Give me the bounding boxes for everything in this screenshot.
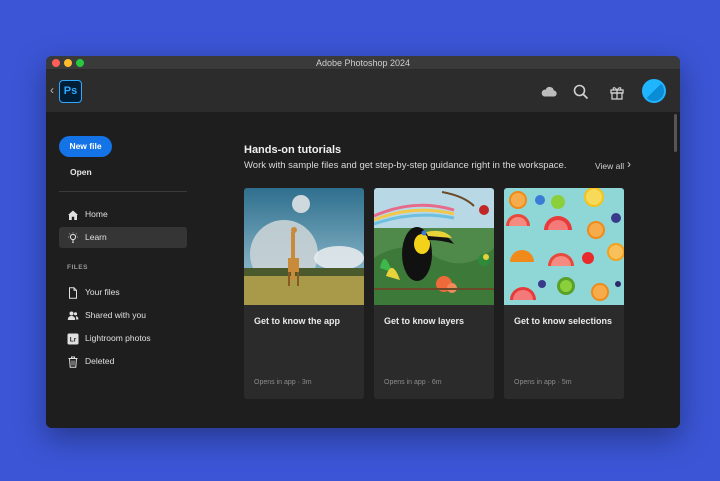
section-title: Hands-on tutorials <box>244 144 342 156</box>
tutorial-thumbnail-fruits <box>504 188 624 305</box>
sidebar-divider <box>59 191 187 192</box>
tutorial-thumbnail-giraffe <box>244 188 364 305</box>
card-meta: Opens in app · 5m <box>514 379 572 386</box>
trash-icon <box>67 355 79 368</box>
tutorial-card-app[interactable]: Get to know the app Opens in app · 3m <box>244 188 364 399</box>
shared-users-icon <box>67 309 79 321</box>
search-icon[interactable] <box>572 83 590 101</box>
sidebar-item-label: Your files <box>85 287 120 297</box>
main-content: New file Open Home Learn FILES Your file… <box>46 112 680 428</box>
sidebar-item-label: Home <box>85 209 108 219</box>
learn-panel: Hands-on tutorials Work with sample file… <box>244 112 664 428</box>
document-icon <box>67 286 79 299</box>
card-meta: Opens in app · 3m <box>254 379 312 386</box>
sidebar: New file Open Home Learn FILES Your file… <box>46 112 196 428</box>
sidebar-item-label: Lightroom photos <box>85 333 151 343</box>
open-button[interactable]: Open <box>70 167 92 177</box>
app-header: ‹ Ps <box>46 70 680 112</box>
window-title: Adobe Photoshop 2024 <box>315 58 411 68</box>
user-avatar[interactable] <box>642 79 666 103</box>
sidebar-item-label: Learn <box>85 232 107 242</box>
sidebar-item-label: Deleted <box>85 356 115 366</box>
tutorial-thumbnail-toucan <box>374 188 494 305</box>
sidebar-item-your-files[interactable]: Your files <box>59 282 187 303</box>
files-section-heading: FILES <box>67 264 88 271</box>
card-title: Get to know the app <box>254 316 341 326</box>
view-all-link[interactable]: View all <box>595 161 624 171</box>
tutorial-card-selections[interactable]: Get to know selections Opens in app · 5m <box>504 188 624 399</box>
scrollbar[interactable] <box>674 114 677 152</box>
chevron-right-icon[interactable]: › <box>627 157 631 171</box>
sidebar-item-deleted[interactable]: Deleted <box>59 351 187 372</box>
cloud-icon[interactable] <box>540 83 558 101</box>
lightroom-icon: Lr <box>67 332 79 345</box>
card-meta: Opens in app · 6m <box>384 379 442 386</box>
sidebar-item-label: Shared with you <box>85 310 146 320</box>
home-icon <box>67 208 79 220</box>
card-title: Get to know selections <box>514 316 613 326</box>
title-bar: Adobe Photoshop 2024 <box>46 56 680 70</box>
lightbulb-icon <box>67 231 79 243</box>
sidebar-item-home[interactable]: Home <box>59 204 187 225</box>
svg-text:Lr: Lr <box>70 337 77 344</box>
sidebar-item-shared-with-you[interactable]: Shared with you <box>59 305 187 326</box>
tutorial-card-layers[interactable]: Get to know layers Opens in app · 6m <box>374 188 494 399</box>
section-subtitle: Work with sample files and get step-by-s… <box>244 160 567 171</box>
sidebar-item-lightroom-photos[interactable]: Lr Lightroom photos <box>59 328 187 349</box>
app-window: Adobe Photoshop 2024 ‹ Ps New file Open … <box>46 56 680 428</box>
photoshop-logo: Ps <box>59 80 82 103</box>
gift-icon[interactable] <box>608 83 626 101</box>
sidebar-item-learn[interactable]: Learn <box>59 227 187 248</box>
card-title: Get to know layers <box>384 316 465 326</box>
new-file-button[interactable]: New file <box>59 136 112 157</box>
back-chevron-icon[interactable]: ‹ <box>50 83 54 97</box>
